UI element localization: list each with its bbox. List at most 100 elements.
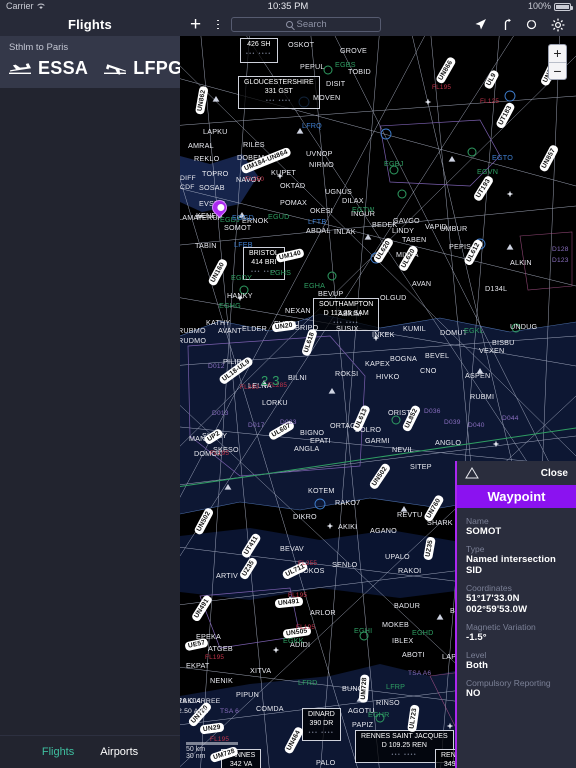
airport-label[interactable]: EGKL bbox=[464, 326, 484, 335]
waypoint-label[interactable]: AKIKI bbox=[338, 522, 357, 531]
waypoint-label[interactable]: BISBU bbox=[492, 338, 515, 347]
waypoint-label[interactable]: DIKRO bbox=[293, 512, 317, 521]
waypoint-label[interactable]: IBLEX bbox=[392, 636, 413, 645]
waypoint-label[interactable]: ATGEB bbox=[208, 644, 233, 653]
waypoint-label[interactable]: UVNOP bbox=[306, 149, 333, 158]
zoom-out-button[interactable]: − bbox=[549, 62, 566, 79]
waypoint-label[interactable]: ARLOR bbox=[310, 608, 336, 617]
waypoint-label[interactable]: ANGLO bbox=[435, 438, 461, 447]
waypoint-label[interactable]: MOKEB bbox=[382, 620, 409, 629]
airport-label[interactable]: EGTO bbox=[492, 153, 513, 162]
waypoint-label[interactable]: ASPEN bbox=[465, 371, 490, 380]
waypoint-label[interactable]: LAMAT bbox=[180, 213, 202, 222]
waypoint-label[interactable]: ANGLA bbox=[294, 444, 319, 453]
waypoint-label[interactable]: LORKU bbox=[262, 398, 288, 407]
waypoint-label[interactable]: LINDY bbox=[392, 226, 414, 235]
hamburger-icon[interactable] bbox=[211, 17, 225, 32]
tab-airports[interactable]: Airports bbox=[100, 746, 138, 758]
waypoint-label[interactable]: REKLO bbox=[194, 154, 219, 163]
waypoint-label[interactable]: ROKSI bbox=[335, 369, 358, 378]
add-flight-button[interactable]: + bbox=[180, 15, 211, 34]
airport-label[interactable]: EGBS bbox=[335, 60, 356, 69]
tab-flights[interactable]: Flights bbox=[42, 746, 74, 758]
airport-label[interactable]: EGHA bbox=[304, 281, 325, 290]
route-icon[interactable] bbox=[500, 18, 512, 31]
search-input[interactable]: Search bbox=[231, 17, 382, 32]
waypoint-label[interactable]: TABEN bbox=[402, 235, 426, 244]
waypoint-label[interactable]: REVTU bbox=[397, 510, 422, 519]
waypoint-label[interactable]: ALKIN bbox=[510, 258, 532, 267]
waypoint-label[interactable]: MOVEN bbox=[313, 93, 340, 102]
navaid-box[interactable]: GLOUCESTERSHIRE 331 GST ••• •••• bbox=[238, 76, 320, 110]
waypoint-label[interactable]: RUDMO bbox=[180, 336, 206, 345]
waypoint-label[interactable]: ELDER bbox=[242, 324, 267, 333]
waypoint-label[interactable]: BEVEL bbox=[425, 351, 449, 360]
airport-label[interactable]: EGUD bbox=[268, 212, 290, 221]
airport-label[interactable]: EGGD bbox=[232, 213, 254, 222]
waypoint-label[interactable]: INLAK bbox=[334, 227, 356, 236]
waypoint-label[interactable]: OKTAD bbox=[280, 181, 305, 190]
route-card[interactable]: Sthlm to Paris ESSA LFPG bbox=[0, 36, 182, 88]
waypoint-label[interactable]: PALO bbox=[316, 758, 335, 767]
waypoint-label[interactable]: PAPIZ bbox=[352, 720, 373, 729]
waypoint-label[interactable]: OSKOT bbox=[288, 40, 314, 49]
waypoint-label[interactable]: EPATI bbox=[310, 436, 331, 445]
waypoint-label[interactable]: ABKIM bbox=[338, 309, 361, 318]
waypoint-label[interactable]: PEPIS bbox=[449, 242, 471, 251]
waypoint-label[interactable]: HIVKO bbox=[376, 372, 399, 381]
waypoint-label[interactable]: POMAX bbox=[280, 198, 307, 207]
airport-label[interactable]: EGHI bbox=[354, 626, 372, 635]
waypoint-label[interactable]: RINSO bbox=[376, 698, 400, 707]
waypoint-label[interactable]: KUMIL bbox=[403, 324, 426, 333]
navaid-box[interactable]: 426 SH ••• •••• bbox=[240, 38, 278, 63]
waypoint-label[interactable]: RAKO7 bbox=[335, 498, 360, 507]
airport-label[interactable]: LFTB bbox=[308, 217, 326, 226]
waypoint-label[interactable]: TOPRO bbox=[202, 169, 228, 178]
airport-label[interactable]: LFRD bbox=[298, 678, 318, 687]
waypoint-label[interactable]: DILAX bbox=[342, 196, 364, 205]
waypoint-label[interactable]: CNO bbox=[420, 366, 437, 375]
waypoint-label[interactable]: COMDA bbox=[256, 704, 284, 713]
waypoint-label[interactable]: KUPET bbox=[271, 168, 296, 177]
waypoint-label[interactable]: KOTEM bbox=[308, 486, 335, 495]
waypoint-label[interactable]: TABIN bbox=[195, 241, 217, 250]
waypoint-label[interactable]: ABOTI bbox=[402, 650, 425, 659]
waypoint-label[interactable]: GROVE bbox=[340, 46, 367, 55]
waypoint-label[interactable]: NIRMO bbox=[309, 160, 334, 169]
waypoint-label[interactable]: NEXAN bbox=[285, 306, 311, 315]
waypoint-label[interactable]: ORTAC bbox=[330, 421, 356, 430]
waypoint-label[interactable]: UGNUS bbox=[325, 187, 352, 196]
waypoint-label[interactable]: UPALO bbox=[385, 552, 410, 561]
waypoint-label[interactable]: UNDUG bbox=[510, 322, 537, 331]
waypoint-label[interactable]: RUBMO bbox=[180, 326, 206, 335]
waypoint-label[interactable]: KAPEX bbox=[365, 359, 390, 368]
waypoint-label[interactable]: PIPUN bbox=[236, 690, 259, 699]
airport-label[interactable]: EGHD bbox=[412, 628, 434, 637]
waypoint-label[interactable]: HANKY bbox=[227, 291, 253, 300]
gear-icon[interactable] bbox=[551, 18, 565, 32]
airport-label[interactable]: EGDY bbox=[231, 273, 252, 282]
waypoint-label[interactable]: BEVAV bbox=[280, 544, 304, 553]
waypoint-label[interactable]: NEVIL bbox=[392, 445, 414, 454]
waypoint-label[interactable]: BILNI bbox=[288, 373, 307, 382]
airport-label[interactable]: LFEB bbox=[234, 240, 253, 249]
waypoint-label[interactable]: AMRAL bbox=[188, 141, 214, 150]
waypoint-label[interactable]: UMBUR bbox=[440, 224, 467, 233]
waypoint-label[interactable]: SOSAB bbox=[199, 183, 225, 192]
waypoint-label[interactable]: ARTIV bbox=[216, 571, 238, 580]
airport-label[interactable]: LFRP bbox=[386, 682, 405, 691]
target-icon[interactable] bbox=[525, 18, 538, 31]
airport-label[interactable]: EGBJ bbox=[384, 159, 404, 168]
waypoint-label[interactable]: AVANT bbox=[218, 326, 242, 335]
waypoint-label[interactable]: SITEP bbox=[410, 462, 432, 471]
waypoint-label[interactable]: AVAN bbox=[412, 279, 431, 288]
waypoint-label[interactable]: D134L bbox=[485, 284, 507, 293]
waypoint-label[interactable]: BOGNA bbox=[390, 354, 417, 363]
waypoint-label[interactable]: ABDAL bbox=[306, 226, 331, 235]
waypoint-label[interactable]: PEPUL bbox=[300, 62, 325, 71]
waypoint-label[interactable]: EKPAT bbox=[186, 661, 210, 670]
waypoint-label[interactable]: BEVUP bbox=[318, 289, 343, 298]
waypoint-label[interactable]: RUBMI bbox=[470, 392, 494, 401]
waypoint-label[interactable]: SUSIX bbox=[336, 324, 359, 333]
waypoint-label[interactable]: VEXEN bbox=[479, 346, 504, 355]
